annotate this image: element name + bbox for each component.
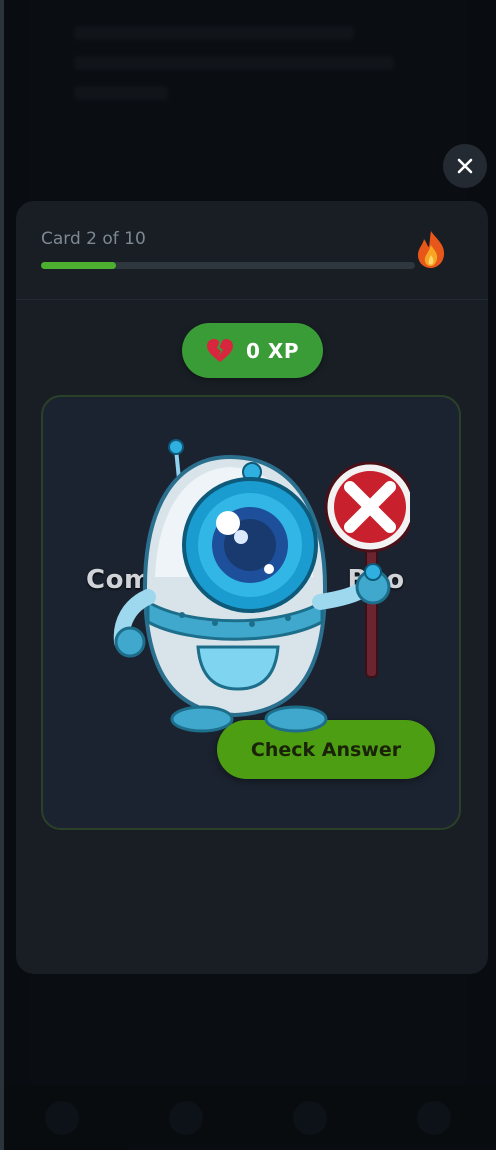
left-edge — [0, 0, 4, 1150]
robot-mascot — [113, 439, 410, 733]
progress-bar — [41, 262, 415, 269]
xp-value: 0 XP — [246, 338, 299, 363]
xp-badge: 0 XP — [182, 323, 323, 378]
card-counter: Card 2 of 10 — [41, 229, 146, 249]
flame-icon — [418, 231, 445, 268]
close-icon — [457, 158, 473, 174]
flashcard-modal: Card 2 of 10 0 XP ComBoo Check Answer — [16, 201, 488, 974]
modal-header: Card 2 of 10 — [16, 201, 488, 300]
close-button[interactable] — [443, 144, 487, 188]
progress-fill — [41, 262, 116, 269]
broken-heart-icon — [207, 338, 234, 362]
